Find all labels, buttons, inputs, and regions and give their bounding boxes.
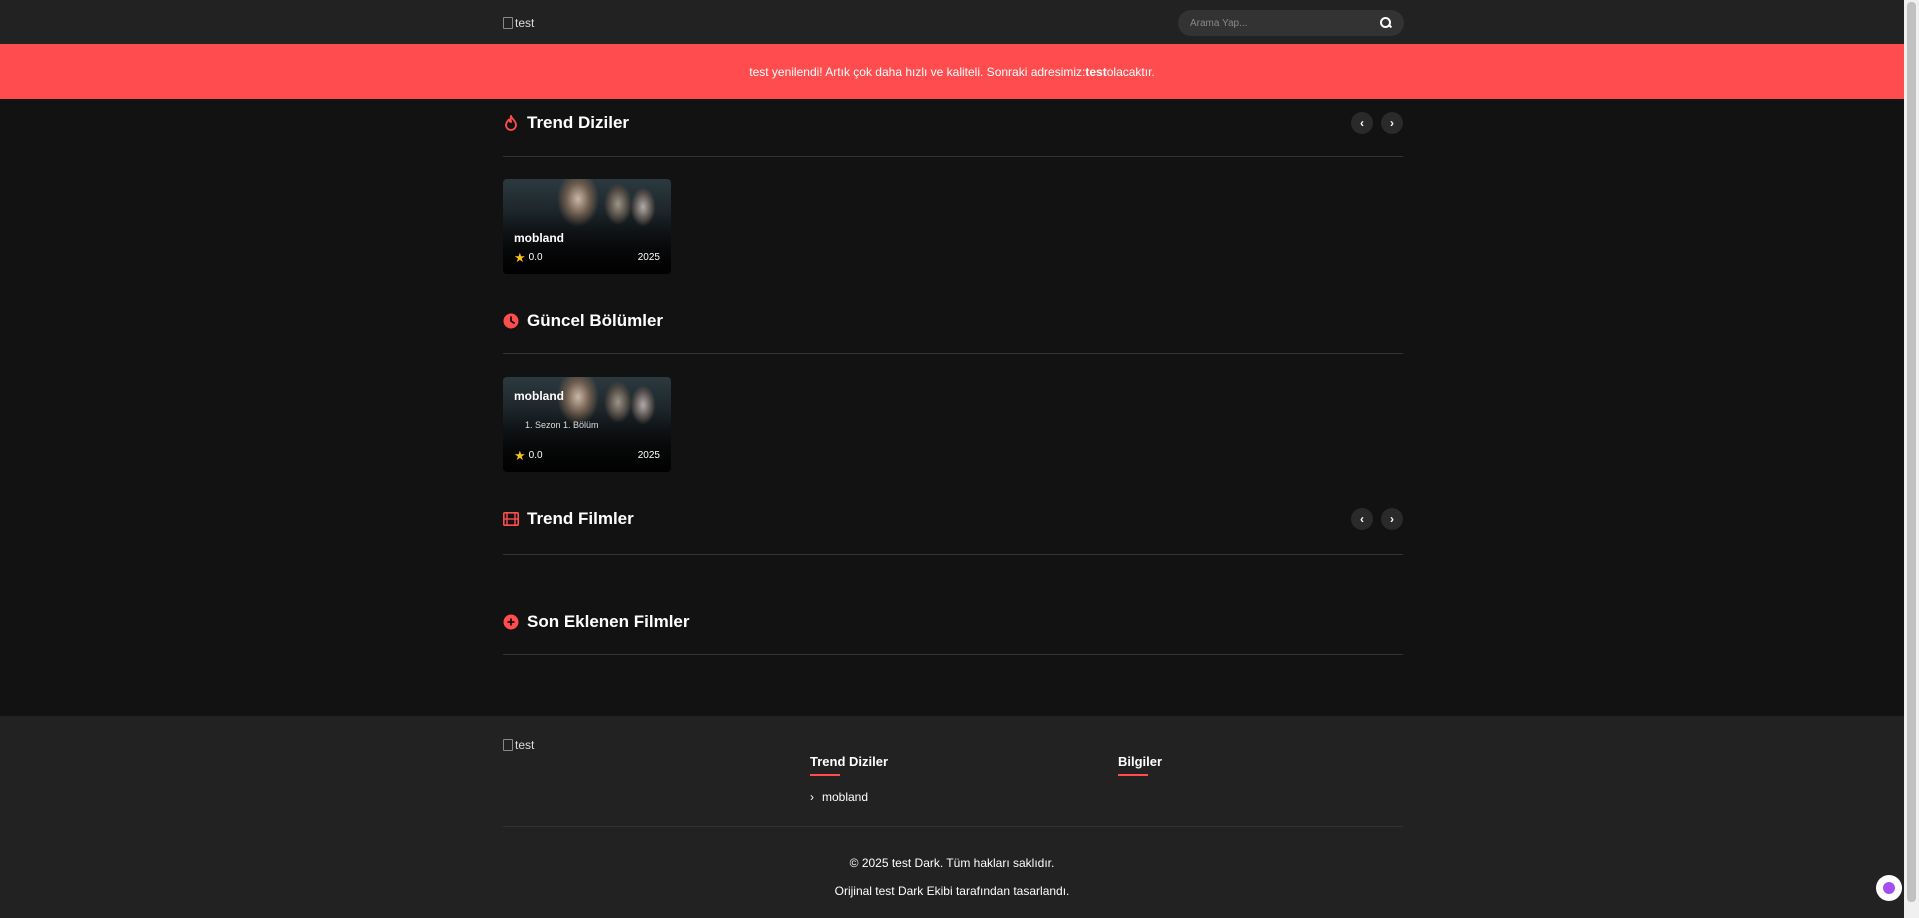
clock-icon bbox=[503, 313, 519, 329]
star-icon: ★ bbox=[514, 448, 526, 463]
section-title-text: Güncel Bölümler bbox=[527, 311, 664, 330]
announcement-bold: test bbox=[1085, 64, 1107, 79]
section-title-text: Trend Diziler bbox=[527, 113, 630, 132]
next-arrow-button[interactable]: › bbox=[1381, 508, 1403, 530]
section-title: Güncel Bölümler bbox=[503, 306, 1403, 336]
section-divider bbox=[503, 654, 1403, 655]
carousel-arrows: ‹ › bbox=[1351, 112, 1403, 134]
chevron-right-icon: › bbox=[810, 790, 814, 804]
carousel-arrows: ‹ › bbox=[1351, 508, 1403, 530]
credit-text: Orijinal test Dark Ekibi tarafından tasa… bbox=[834, 884, 1070, 898]
footer: test Trend Diziler › mobland Bilgiler © … bbox=[0, 716, 1904, 918]
prev-arrow-button[interactable]: ‹ bbox=[1351, 508, 1373, 530]
footer-logo-alt: test bbox=[515, 738, 535, 752]
section-title: Son Eklenen Filmler bbox=[503, 607, 1403, 637]
film-icon bbox=[503, 511, 519, 527]
footer-underline bbox=[810, 774, 840, 776]
section-title: Trend Diziler bbox=[503, 108, 1403, 138]
fire-icon bbox=[503, 115, 519, 131]
section-divider bbox=[503, 156, 1403, 157]
broken-image-icon bbox=[503, 739, 513, 751]
broken-image-icon bbox=[503, 17, 513, 29]
section-latest-movies: Son Eklenen Filmler bbox=[503, 607, 1403, 655]
footer-underline bbox=[1118, 774, 1148, 776]
section-title: Trend Filmler bbox=[503, 504, 1403, 534]
rating-value: 0.0 bbox=[528, 450, 543, 461]
series-card[interactable]: mobland ★ 0.0 2025 bbox=[503, 179, 671, 274]
search-icon[interactable] bbox=[1380, 17, 1392, 29]
rating-value: 0.0 bbox=[528, 252, 543, 263]
page-scrollbar[interactable] bbox=[1904, 0, 1919, 918]
announcement-suffix: olacaktır. bbox=[1106, 64, 1155, 79]
scrollbar-thumb[interactable] bbox=[1907, 2, 1916, 902]
footer-col-info: Bilgiler bbox=[1118, 754, 1162, 776]
search-input[interactable] bbox=[1190, 17, 1380, 29]
card-meta: ★ 0.0 2025 bbox=[514, 449, 660, 462]
plus-circle-icon bbox=[503, 614, 519, 630]
site-logo[interactable]: test bbox=[503, 16, 534, 30]
card-title: mobland bbox=[514, 231, 564, 245]
announcement-banner: test yenilendi! Artık çok daha hızlı ve … bbox=[0, 44, 1904, 99]
card-title: mobland bbox=[514, 389, 564, 403]
episode-label: 1. Sezon 1. Bölüm bbox=[525, 420, 599, 430]
section-trend-movies: Trend Filmler ‹ › bbox=[503, 504, 1403, 555]
chat-widget-button[interactable] bbox=[1876, 875, 1902, 901]
prev-arrow-button[interactable]: ‹ bbox=[1351, 112, 1373, 134]
footer-link-mobland[interactable]: › mobland bbox=[810, 790, 888, 804]
episode-card[interactable]: mobland 1. Sezon 1. Bölüm ★ 0.0 2025 bbox=[503, 377, 671, 472]
section-title-text: Trend Filmler bbox=[527, 509, 634, 528]
footer-col-trend: Trend Diziler › mobland bbox=[810, 754, 888, 804]
section-trend-series: Trend Diziler ‹ › bbox=[503, 108, 1403, 157]
card-rating: ★ 0.0 bbox=[514, 251, 543, 264]
card-meta: ★ 0.0 2025 bbox=[514, 251, 660, 264]
footer-col-title: Trend Diziler bbox=[810, 754, 889, 769]
search-box[interactable] bbox=[1178, 10, 1404, 36]
section-divider bbox=[503, 554, 1403, 555]
footer-divider bbox=[503, 826, 1403, 827]
card-year: 2025 bbox=[637, 450, 660, 461]
next-arrow-button[interactable]: › bbox=[1381, 112, 1403, 134]
section-recent-episodes: Güncel Bölümler bbox=[503, 306, 1403, 354]
footer-link-text: mobland bbox=[822, 790, 869, 804]
footer-logo[interactable]: test bbox=[503, 738, 534, 752]
star-icon: ★ bbox=[514, 250, 526, 265]
announcement-prefix: test yenilendi! Artık çok daha hızlı ve … bbox=[749, 64, 1086, 79]
section-title-text: Son Eklenen Filmler bbox=[527, 612, 690, 631]
chat-icon bbox=[1883, 882, 1895, 894]
card-rating: ★ 0.0 bbox=[514, 449, 543, 462]
card-year: 2025 bbox=[637, 252, 660, 263]
site-logo-alt: test bbox=[515, 16, 535, 30]
section-divider bbox=[503, 353, 1403, 354]
copyright-text: © 2025 test Dark. Tüm hakları saklıdır. bbox=[849, 856, 1055, 870]
footer-col-title: Bilgiler bbox=[1118, 754, 1163, 769]
top-header: test bbox=[0, 0, 1904, 44]
